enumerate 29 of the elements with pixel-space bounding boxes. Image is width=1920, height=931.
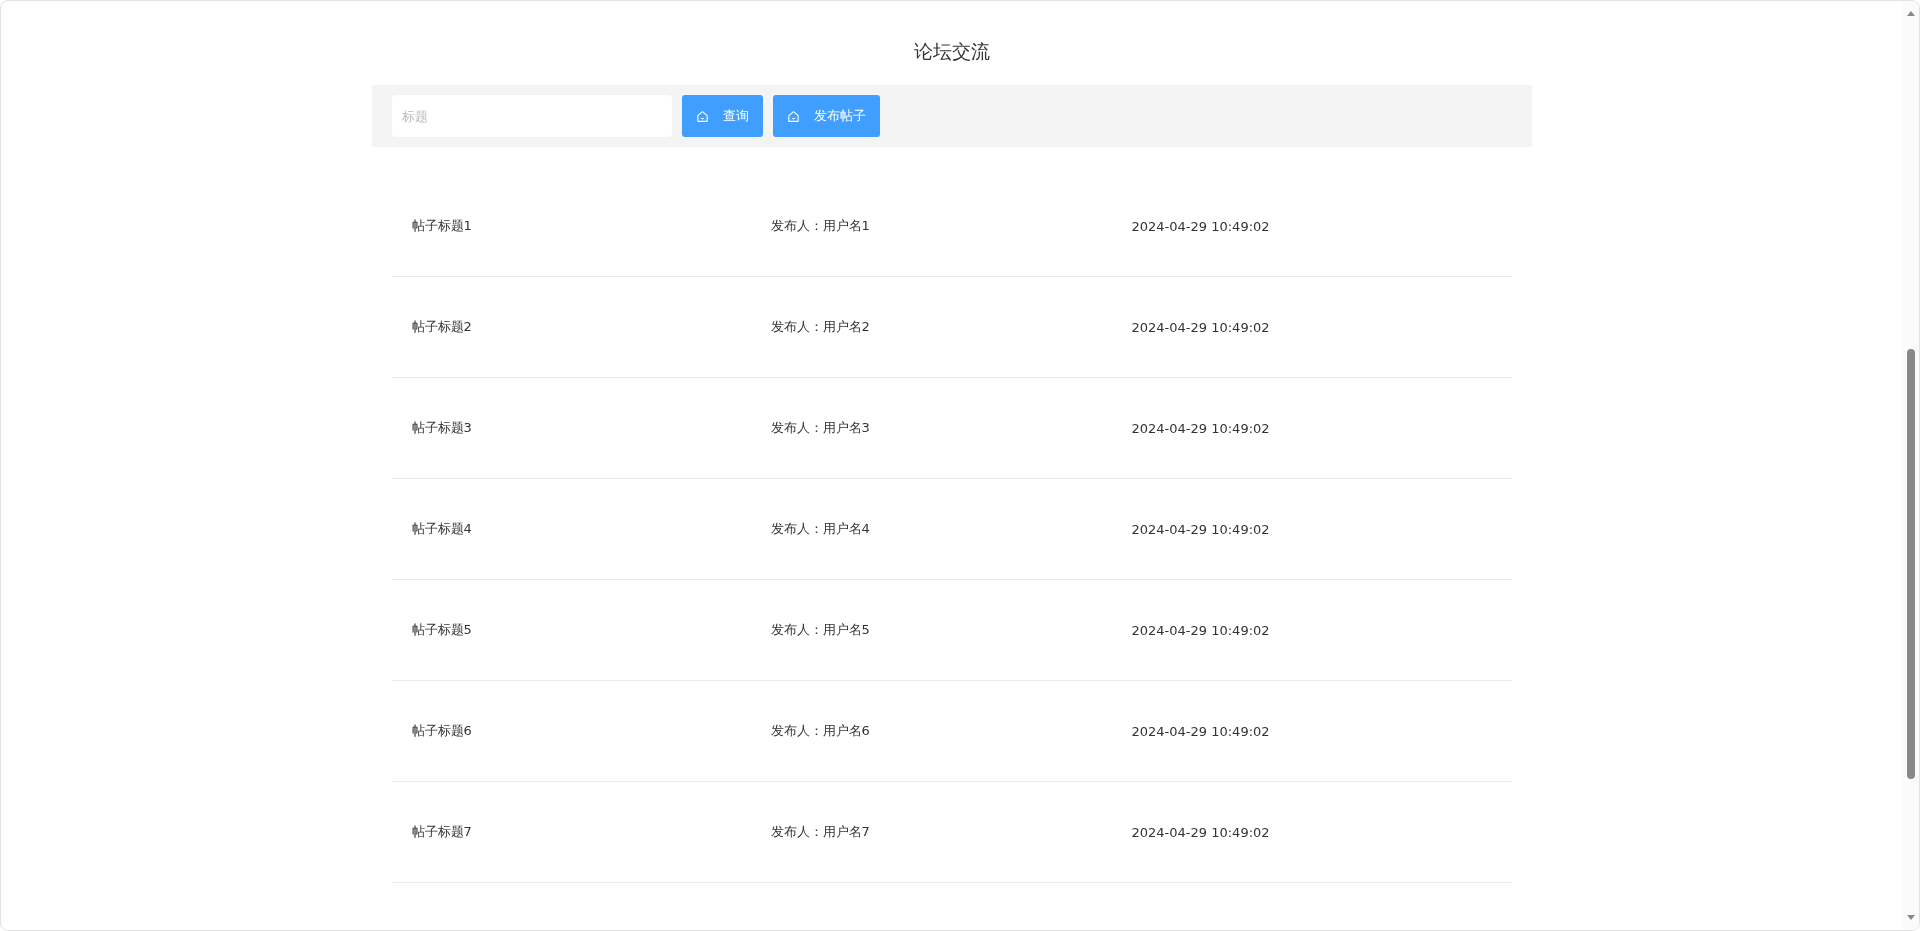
post-time: 2024-04-29 10:49:02 bbox=[1131, 723, 1270, 739]
post-author: 发布人：用户名5 bbox=[770, 621, 871, 639]
post-time: 2024-04-29 10:49:02 bbox=[1131, 420, 1270, 436]
post-time: 2024-04-29 10:49:02 bbox=[1131, 319, 1270, 335]
post-author: 发布人：用户名7 bbox=[770, 823, 871, 841]
post-title[interactable]: 帖子标题5 bbox=[411, 621, 771, 639]
post-time: 2024-04-29 10:49:02 bbox=[1131, 218, 1270, 234]
post-author: 发布人：用户名3 bbox=[770, 419, 871, 437]
post-author: 发布人：用户名2 bbox=[770, 318, 871, 336]
post-title[interactable]: 帖子标题2 bbox=[411, 318, 771, 336]
house-icon bbox=[786, 109, 800, 123]
post-author: 发布人：用户名6 bbox=[770, 722, 871, 740]
post-time: 2024-04-29 10:49:02 bbox=[1131, 824, 1270, 840]
scrollbar-thumb[interactable] bbox=[1907, 349, 1915, 779]
post-title[interactable]: 帖子标题1 bbox=[411, 217, 771, 235]
post-author: 发布人：用户名4 bbox=[770, 520, 871, 538]
page-title: 论坛交流 bbox=[913, 39, 990, 64]
scroll-down-icon[interactable] bbox=[1906, 915, 1915, 920]
post-author: 发布人：用户名1 bbox=[770, 217, 871, 235]
post-title[interactable]: 帖子标题3 bbox=[411, 419, 771, 437]
post-title[interactable]: 帖子标题6 bbox=[411, 722, 771, 740]
post-time: 2024-04-29 10:49:02 bbox=[1131, 622, 1270, 638]
house-icon bbox=[695, 109, 709, 123]
post-title[interactable]: 帖子标题7 bbox=[411, 823, 771, 841]
scrollbar[interactable] bbox=[1902, 1, 1919, 930]
search-field[interactable]: 标题 bbox=[391, 95, 672, 137]
scroll-up-icon[interactable] bbox=[1906, 11, 1915, 16]
post-title[interactable]: 帖子标题4 bbox=[411, 520, 771, 538]
post-time: 2024-04-29 10:49:02 bbox=[1131, 521, 1270, 537]
